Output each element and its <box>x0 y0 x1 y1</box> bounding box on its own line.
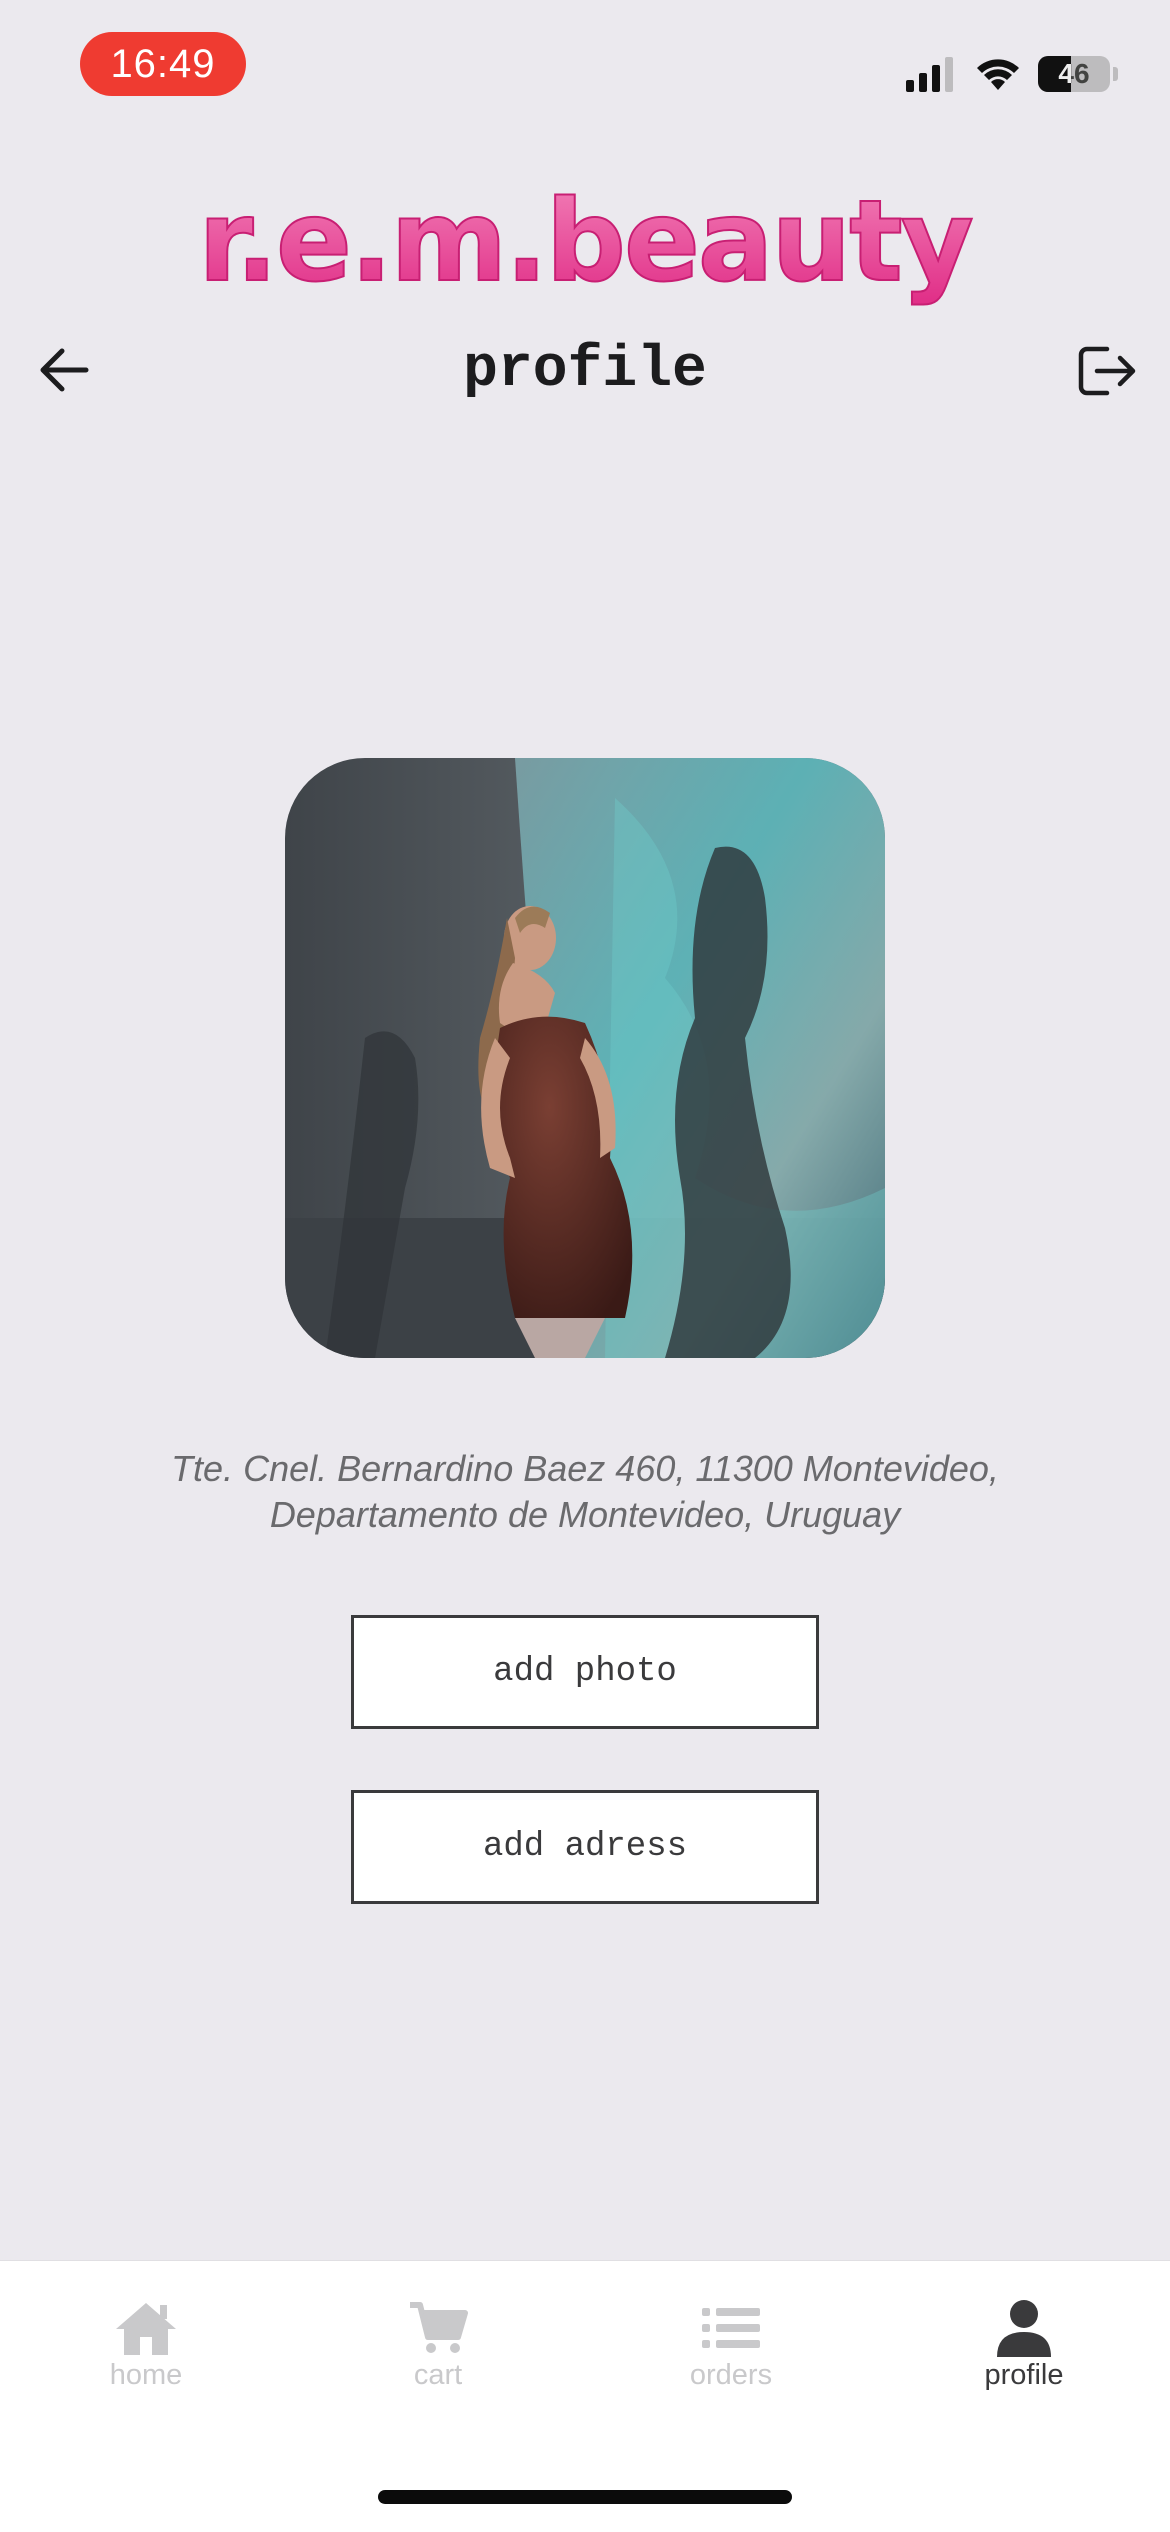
tab-orders[interactable]: orders <box>631 2299 831 2392</box>
wifi-icon <box>977 59 1019 90</box>
battery-tip <box>1113 67 1118 81</box>
address-line-1: Tte. Cnel. Bernardino Baez 460, 11300 Mo… <box>171 1448 999 1489</box>
home-icon <box>114 2299 178 2357</box>
tab-profile-label: profile <box>984 2359 1064 2391</box>
add-address-button[interactable]: add adress <box>351 1790 819 1904</box>
tab-home[interactable]: home <box>46 2299 246 2392</box>
svg-text:r.e.m.beauty: r.e.m.beauty <box>198 177 972 307</box>
tab-cart-label: cart <box>413 2359 463 2391</box>
battery-level: 46 <box>1058 58 1090 89</box>
tab-orders-label: orders <box>689 2359 773 2391</box>
list-icon <box>699 2299 763 2357</box>
tab-profile[interactable]: profile <box>924 2299 1124 2392</box>
home-indicator <box>378 2490 792 2504</box>
tab-home-label: home <box>109 2359 183 2391</box>
person-icon <box>992 2299 1056 2357</box>
add-photo-button[interactable]: add photo <box>351 1615 819 1729</box>
battery-icon: 46 <box>1038 56 1110 92</box>
profile-screen: 16:49 46 r.e.m.beauty profile Tte. Cnel.… <box>0 0 1170 2532</box>
profile-photo <box>285 758 885 1358</box>
brand-logo: r.e.m.beauty <box>197 176 975 308</box>
address-line-2: Departamento de Montevideo, Uruguay <box>269 1494 901 1535</box>
cart-icon <box>406 2299 470 2357</box>
status-time: 16:49 <box>80 32 246 96</box>
status-icons: 46 <box>906 50 1118 98</box>
profile-photo-image <box>285 758 885 1358</box>
tab-cart[interactable]: cart <box>338 2299 538 2392</box>
profile-address: Tte. Cnel. Bernardino Baez 460, 11300 Mo… <box>80 1446 1090 1538</box>
page-title: profile <box>463 338 707 403</box>
logout-icon <box>1078 346 1136 396</box>
logout-button[interactable] <box>1074 340 1140 402</box>
cellular-signal-icon <box>906 57 953 92</box>
